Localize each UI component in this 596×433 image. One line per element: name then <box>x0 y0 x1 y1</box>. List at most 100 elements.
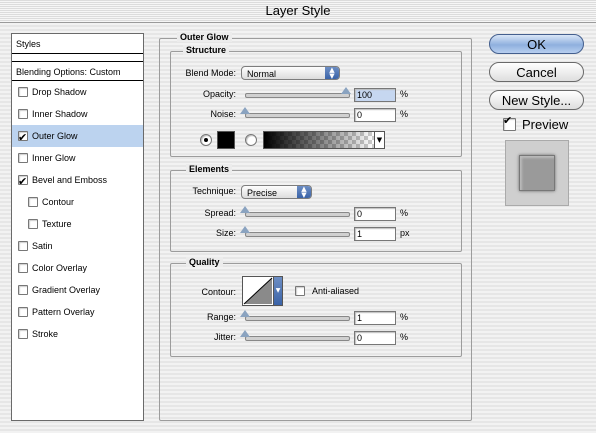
style-item-outer-glow[interactable]: Outer Glow <box>12 125 143 149</box>
quality-title: Quality <box>186 257 223 267</box>
style-item-label: Inner Shadow <box>32 109 88 119</box>
size-input[interactable]: 1 <box>354 227 396 241</box>
glow-color-swatch[interactable] <box>217 131 235 149</box>
style-item-label: Texture <box>42 219 72 229</box>
preview-label: Preview <box>522 117 569 132</box>
style-item-stroke[interactable]: Stroke <box>12 323 143 345</box>
style-item-drop-shadow[interactable]: Drop Shadow <box>12 81 143 103</box>
opacity-slider-thumb[interactable] <box>341 87 351 94</box>
spread-unit: % <box>400 208 409 218</box>
style-item-gradient-overlay[interactable]: Gradient Overlay <box>12 279 143 301</box>
checkbox-icon[interactable] <box>18 171 28 193</box>
noise-input[interactable]: 0 <box>354 108 396 122</box>
blend-mode-select[interactable]: Normal ▲ ▼ <box>241 66 340 80</box>
style-item-label: Gradient Overlay <box>32 285 101 295</box>
chevron-updown-icon: ▲ ▼ <box>297 186 311 199</box>
style-item-label: Contour <box>42 197 75 207</box>
size-label: Size: <box>215 228 236 238</box>
style-item-label: Drop Shadow <box>32 87 87 97</box>
contour-dropdown-icon[interactable]: ▼ <box>273 276 283 306</box>
checkbox-icon[interactable] <box>18 284 28 295</box>
opacity-input[interactable]: 100 <box>354 88 396 102</box>
style-item-label: Outer Glow <box>32 131 78 141</box>
style-item-label: Inner Glow <box>32 153 76 163</box>
checkbox-icon[interactable] <box>18 108 28 119</box>
opacity-unit: % <box>400 89 409 99</box>
structure-title: Structure <box>183 45 230 55</box>
styles-list: Styles Blending Options: Custom Drop Sha… <box>11 33 144 421</box>
size-unit: px <box>400 228 410 238</box>
window-title: Layer Style <box>0 0 596 23</box>
jitter-label: Jitter: <box>213 332 236 342</box>
checkbox-icon[interactable] <box>18 328 28 339</box>
outer-glow-title: Outer Glow <box>177 32 232 42</box>
style-item-contour[interactable]: Contour <box>12 191 143 213</box>
anti-aliased-label: Anti-aliased <box>312 286 360 296</box>
style-item-color-overlay[interactable]: Color Overlay <box>12 257 143 279</box>
ok-button[interactable]: OK <box>489 34 584 54</box>
range-unit: % <box>400 312 409 322</box>
checkbox-icon[interactable] <box>28 196 38 207</box>
size-slider[interactable] <box>245 232 350 237</box>
jitter-slider[interactable] <box>245 336 350 341</box>
preview-swatch <box>519 155 555 191</box>
checkbox-icon[interactable] <box>18 306 28 317</box>
jitter-slider-thumb[interactable] <box>240 330 250 337</box>
elements-title: Elements <box>186 164 233 174</box>
range-slider-thumb[interactable] <box>240 310 250 317</box>
technique-label: Technique: <box>192 186 236 196</box>
checkbox-icon[interactable] <box>18 86 28 97</box>
spread-input[interactable]: 0 <box>354 207 396 221</box>
technique-value: Precise <box>247 188 278 198</box>
style-item-inner-shadow[interactable]: Inner Shadow <box>12 103 143 125</box>
gradient-dropdown-icon[interactable]: ▼ <box>374 131 385 149</box>
contour-label: Contour: <box>201 287 236 297</box>
style-item-texture[interactable]: Texture <box>12 213 143 235</box>
spread-slider[interactable] <box>245 212 350 217</box>
preview-check-icon <box>503 114 516 132</box>
jitter-input[interactable]: 0 <box>354 331 396 345</box>
style-item-bevel-and-emboss[interactable]: Bevel and Emboss <box>12 169 143 193</box>
preview-checkbox[interactable]: Preview <box>503 114 569 132</box>
noise-unit: % <box>400 109 409 119</box>
checkbox-icon[interactable] <box>28 218 38 229</box>
checkbox-icon[interactable] <box>18 240 28 251</box>
blend-mode-label: Blend Mode: <box>185 68 236 78</box>
size-slider-thumb[interactable] <box>240 226 250 233</box>
range-slider[interactable] <box>245 316 350 321</box>
range-label: Range: <box>206 312 236 322</box>
contour-curve-icon <box>243 277 273 305</box>
gradient-picker[interactable] <box>263 131 375 149</box>
quality-group <box>170 263 462 357</box>
styles-header[interactable]: Styles <box>12 34 143 54</box>
noise-slider[interactable] <box>245 113 350 118</box>
opacity-label: Opacity: <box>202 89 236 99</box>
style-item-label: Color Overlay <box>32 263 88 273</box>
checkbox-icon[interactable] <box>18 152 28 163</box>
blend-mode-value: Normal <box>247 69 277 79</box>
new-style-button[interactable]: New Style... <box>489 90 584 110</box>
spread-slider-thumb[interactable] <box>240 206 250 213</box>
opacity-slider[interactable] <box>245 93 350 98</box>
checkbox-icon[interactable] <box>18 127 28 149</box>
style-preview <box>505 140 569 206</box>
color-radio[interactable] <box>200 134 212 146</box>
cancel-button[interactable]: Cancel <box>489 62 584 82</box>
checkbox-icon[interactable] <box>18 262 28 273</box>
anti-aliased-check-icon <box>295 285 305 296</box>
jitter-unit: % <box>400 332 409 342</box>
style-item-label: Satin <box>32 241 53 251</box>
style-item-pattern-overlay[interactable]: Pattern Overlay <box>12 301 143 323</box>
range-input[interactable]: 1 <box>354 311 396 325</box>
style-item-label: Stroke <box>32 329 59 339</box>
anti-aliased-checkbox[interactable]: Anti-aliased <box>295 285 360 297</box>
contour-picker[interactable] <box>242 276 274 306</box>
style-item-inner-glow[interactable]: Inner Glow <box>12 147 143 169</box>
gradient-radio[interactable] <box>245 134 257 146</box>
blending-options-item[interactable]: Blending Options: Custom <box>12 61 143 81</box>
noise-label: Noise: <box>210 109 236 119</box>
style-item-label: Pattern Overlay <box>32 307 95 317</box>
style-item-satin[interactable]: Satin <box>12 235 143 257</box>
technique-select[interactable]: Precise ▲ ▼ <box>241 185 312 199</box>
noise-slider-thumb[interactable] <box>240 107 250 114</box>
